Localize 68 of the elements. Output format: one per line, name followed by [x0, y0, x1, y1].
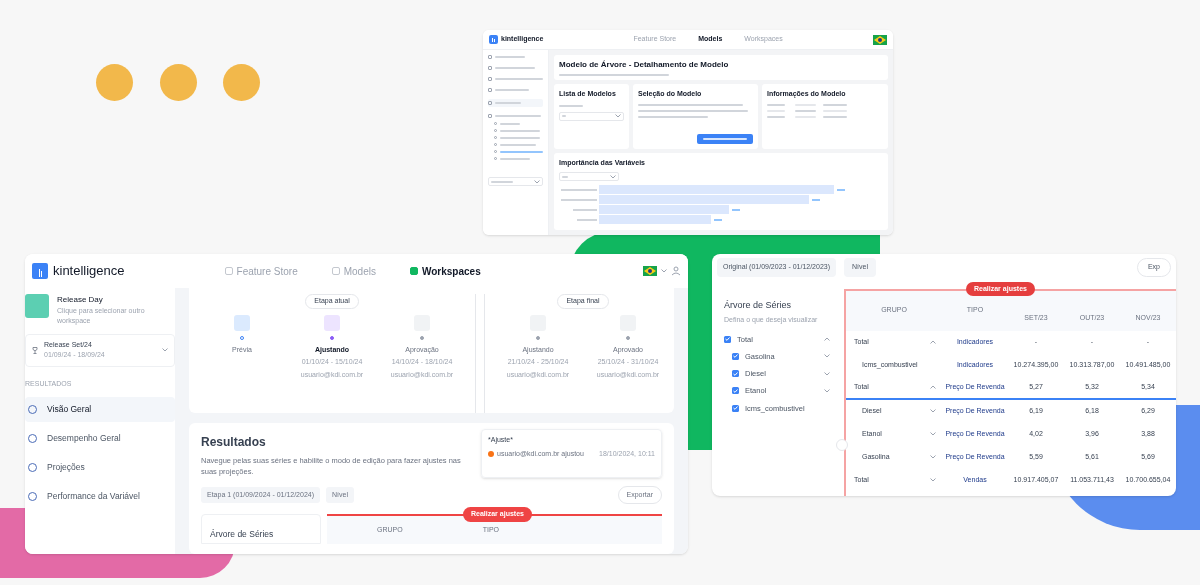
user-avatar: [488, 450, 494, 457]
check-icon: [725, 337, 730, 342]
menu-icon: [488, 101, 492, 105]
menu-item[interactable]: Visão Geral: [25, 397, 175, 423]
nav-icon: [331, 267, 340, 275]
text-placeholder-line: [638, 115, 708, 118]
text-placeholder-line: [500, 136, 540, 139]
check-icon: [733, 388, 738, 393]
trophy-icon: [32, 346, 38, 354]
logo-icon: [489, 35, 498, 44]
chevron-down-icon: [661, 269, 667, 273]
text-placeholder-line: [500, 129, 540, 132]
menu-icon: [488, 114, 492, 118]
menu-icon: [488, 55, 492, 59]
text-placeholder-line: [500, 157, 530, 160]
brazil-flag-icon: [643, 266, 657, 276]
text-placeholder-line: [823, 115, 847, 118]
menu-item[interactable]: Projeções: [25, 455, 175, 481]
results-title: Resultados: [201, 434, 267, 451]
collapse-button[interactable]: [836, 438, 848, 451]
logo-text: kintelligence: [53, 262, 125, 281]
chevron-down-icon: [162, 348, 168, 353]
tree-title: Árvore de Séries: [210, 529, 274, 539]
user-icon: [671, 266, 681, 276]
chevron-down-icon: [610, 174, 616, 179]
tree-title: Árvore de Séries: [724, 298, 793, 312]
workspace-avatar: [25, 294, 49, 318]
checkbox[interactable]: [732, 352, 739, 360]
chevron-down-icon: [615, 114, 621, 118]
menu-icon: [488, 66, 492, 70]
menu-icon: [488, 88, 492, 92]
menu-icon: [488, 77, 492, 81]
brazil-flag-icon: [873, 34, 887, 45]
text-placeholder-line: [559, 104, 583, 107]
text-placeholder-line: [495, 67, 535, 69]
nav-icon: [224, 267, 233, 275]
text-placeholder-line: [500, 122, 520, 125]
stage-icon: [234, 314, 250, 331]
page-title: Modelo de Árvore - Detalhamento de Modelo: [559, 59, 730, 71]
checkbox[interactable]: [732, 387, 739, 395]
text-placeholder-line: [495, 115, 541, 117]
checkbox[interactable]: [732, 370, 739, 378]
check-icon: [733, 406, 738, 411]
checkbox[interactable]: [732, 404, 739, 412]
workspace-name: Release Day: [57, 294, 104, 306]
text-placeholder-line: [703, 137, 747, 140]
text-placeholder-line: [495, 102, 521, 104]
check-icon: [733, 371, 738, 376]
text-placeholder-line: [495, 56, 525, 58]
text-placeholder-line: [495, 89, 529, 91]
text-placeholder-line: [795, 109, 816, 112]
menu-item[interactable]: Desempenho Geral: [25, 426, 175, 452]
forecast-button[interactable]: [697, 133, 753, 144]
nav-tab[interactable]: Workspaces: [409, 263, 481, 279]
text-placeholder-line: [494, 78, 543, 80]
text-placeholder-line: [823, 103, 847, 106]
text-placeholder-line: [491, 180, 513, 183]
check-icon: [733, 354, 738, 359]
stage-icon: [324, 314, 340, 331]
text-placeholder-line: [500, 143, 536, 146]
chevron-down-icon: [534, 179, 540, 184]
text-placeholder-line: [500, 150, 543, 153]
text-placeholder-line: [767, 115, 785, 118]
nav-icon: [409, 267, 418, 275]
menu-item[interactable]: Performance da Variável: [25, 484, 175, 510]
checkbox[interactable]: [724, 335, 731, 343]
text-placeholder-line: [767, 103, 785, 106]
logo-icon: [32, 263, 48, 279]
